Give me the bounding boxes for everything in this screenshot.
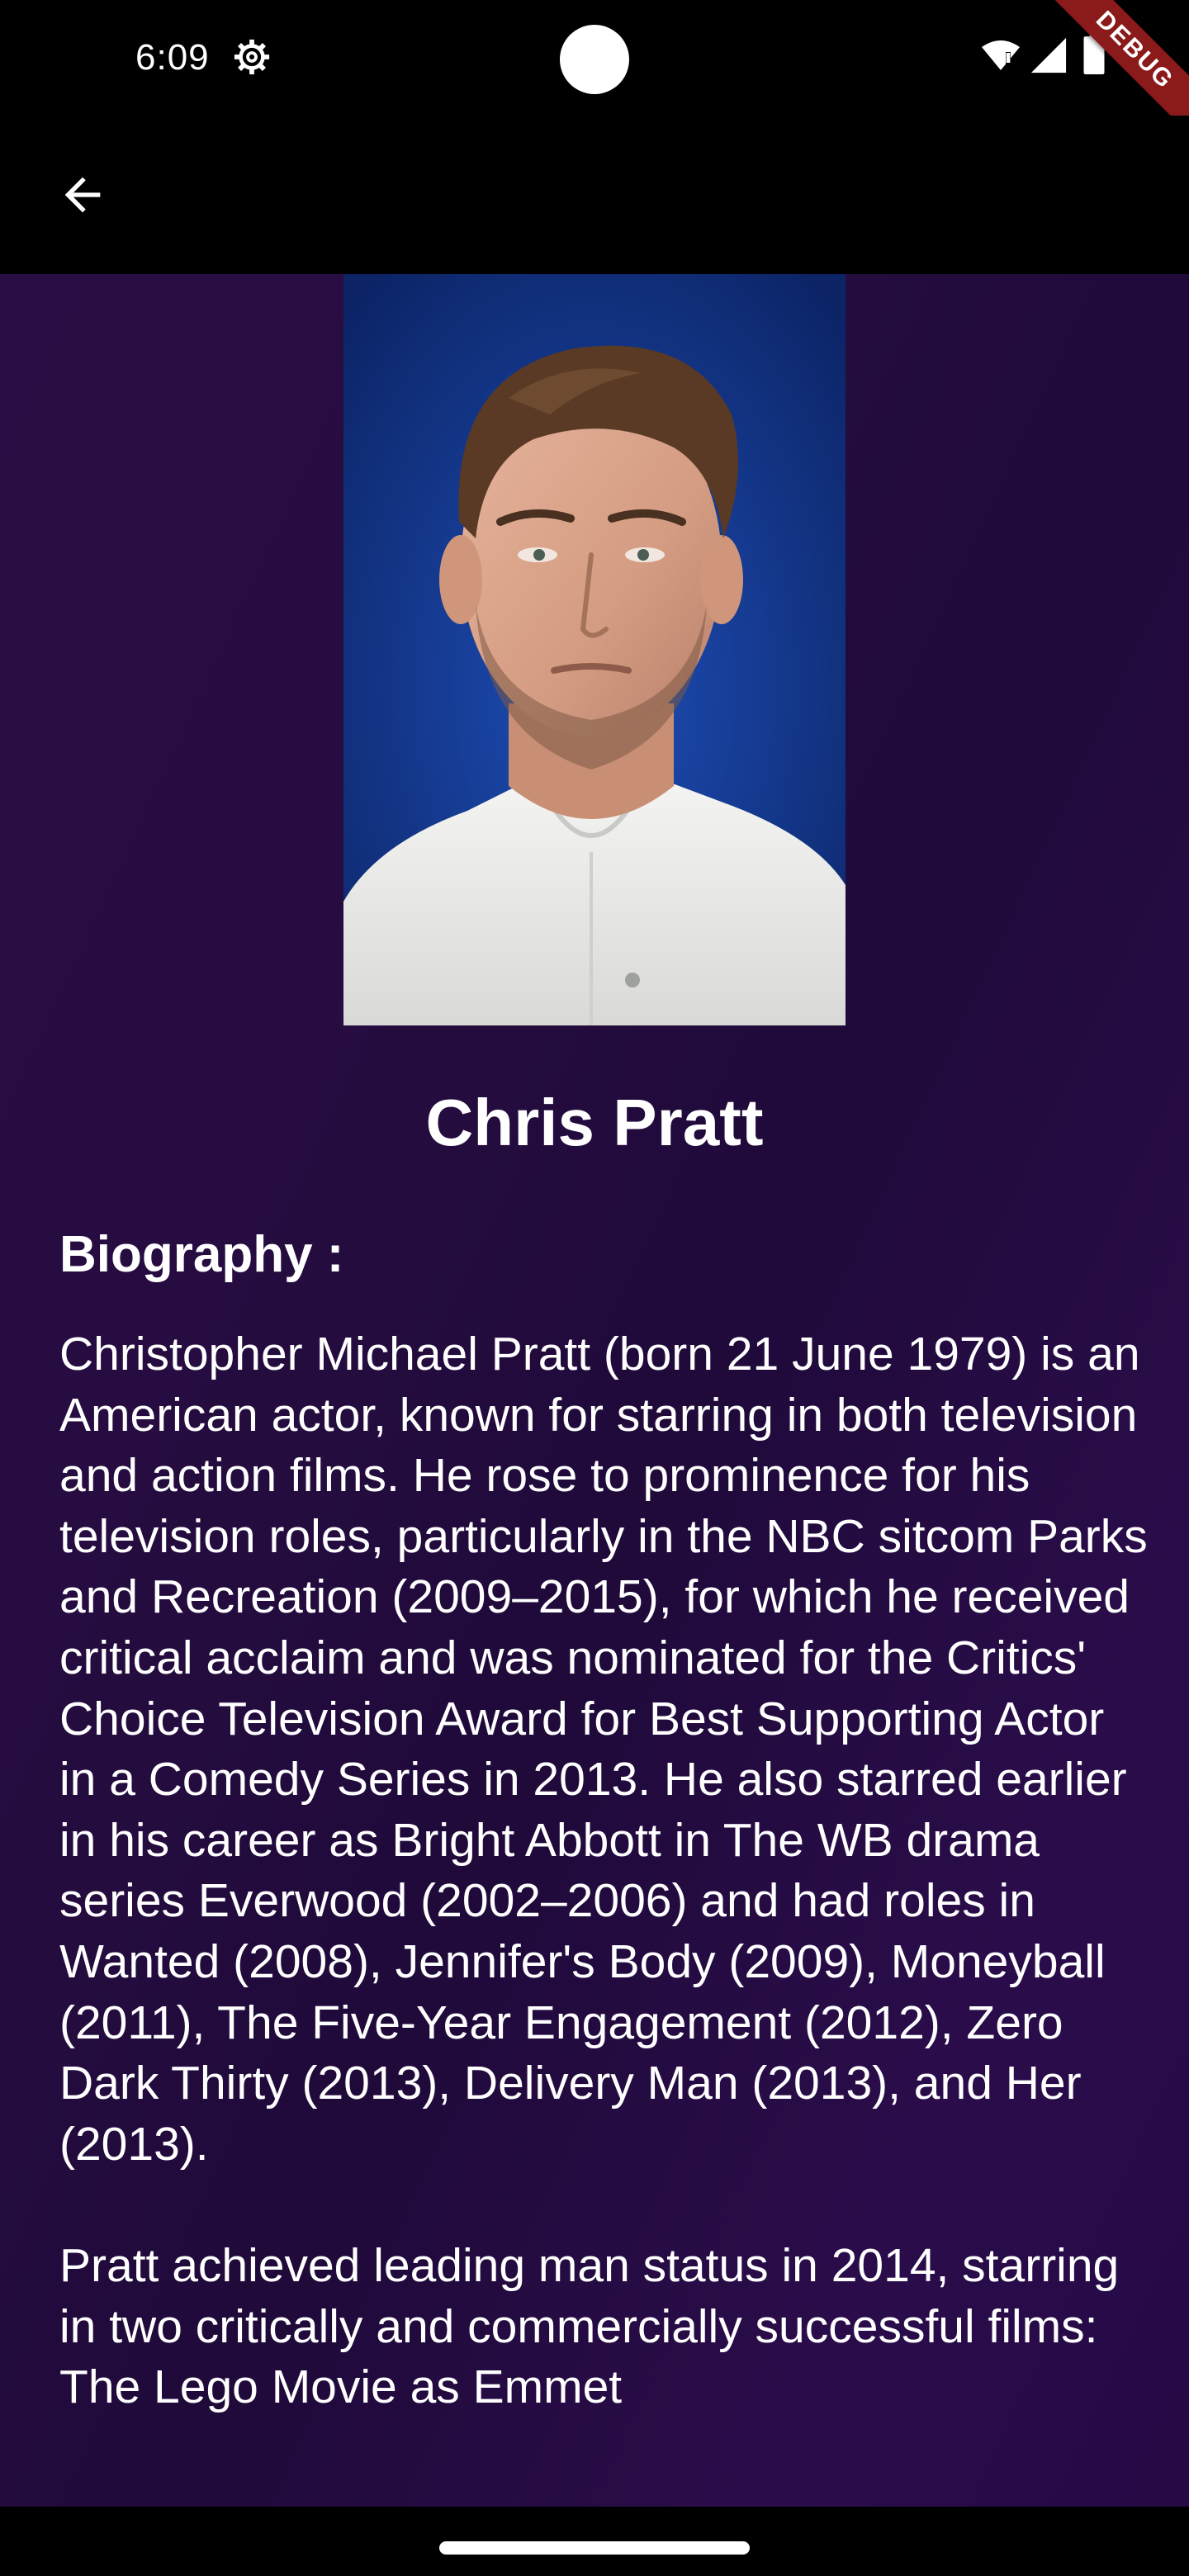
- biography-heading: Biography :: [59, 1226, 344, 1283]
- system-navigation-bar: [0, 2507, 1189, 2576]
- cellular-signal-icon: [1030, 37, 1067, 73]
- back-button[interactable]: [46, 159, 119, 231]
- actor-profile-photo: [343, 274, 846, 1025]
- actor-portrait-image: [343, 274, 846, 1025]
- arrow-back-icon: [64, 177, 101, 213]
- settings-gear-icon: [234, 39, 270, 75]
- status-time: 6:09: [135, 37, 210, 78]
- home-gesture-handle[interactable]: [439, 2541, 750, 2555]
- app-bar: [0, 116, 1189, 274]
- wifi-icon: [982, 40, 1020, 70]
- actor-detail-screen: 6:09 DEBUG Chris Pratt Biography: Chris…: [0, 0, 1189, 2576]
- actor-detail-content: Chris Pratt Biography : Christopher Mich…: [0, 274, 1189, 2507]
- actor-name: Chris Pratt: [425, 1086, 764, 1159]
- biography-text: Christopher Michael Pratt (born 21 June …: [59, 1328, 1148, 2414]
- camera-cutout: [560, 25, 629, 94]
- status-bar: 6:09 DEBUG: [0, 0, 1189, 141]
